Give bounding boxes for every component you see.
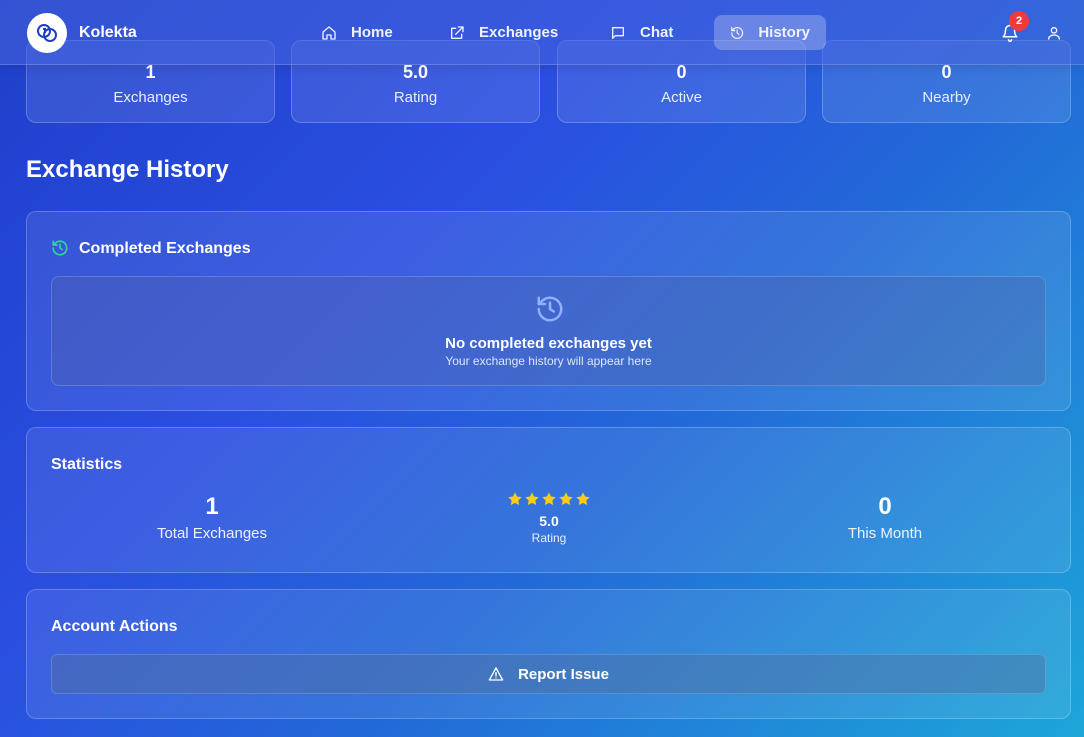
summary-value: 0 <box>676 62 687 82</box>
rating-label: Rating <box>531 531 567 545</box>
total-exchanges-label: Total Exchanges <box>156 525 268 542</box>
logo[interactable] <box>27 13 67 53</box>
statistics-title: Statistics <box>51 456 123 473</box>
user-icon[interactable] <box>1046 25 1062 41</box>
star-icon <box>576 492 590 505</box>
nav-history-label: History <box>758 24 810 41</box>
report-issue-label: Report Issue <box>518 665 609 683</box>
warning-triangle-icon <box>488 667 504 681</box>
nav-chat-label: Chat <box>640 24 674 41</box>
summary-value: 1 <box>145 62 156 82</box>
summary-label: Active <box>661 89 702 106</box>
nav-home-label: Home <box>351 24 393 41</box>
top-navbar: Kolekta Home Exchanges Chat History 2 <box>0 0 1084 65</box>
empty-state: No completed exchanges yet Your exchange… <box>51 276 1046 386</box>
star-icon <box>542 492 556 505</box>
completed-exchanges-panel: Completed Exchanges No completed exchang… <box>26 211 1071 411</box>
summary-value: 0 <box>941 62 952 82</box>
this-month-value: 0 <box>878 493 892 520</box>
star-icon <box>525 492 539 505</box>
summary-value: 5.0 <box>402 62 429 82</box>
this-month-label: This Month <box>847 525 923 542</box>
notification-badge: 2 <box>1009 11 1029 31</box>
nav-exchanges-label: Exchanges <box>479 24 559 41</box>
history-icon <box>537 296 563 322</box>
summary-label: Exchanges <box>113 89 188 106</box>
nav-history[interactable]: History <box>714 15 826 50</box>
nav-home[interactable]: Home <box>305 15 409 50</box>
statistics-panel: Statistics 1 Total Exchanges 5.0 Rating … <box>26 427 1071 573</box>
account-actions-title: Account Actions <box>51 618 178 635</box>
empty-state-subtitle: Your exchange history will appear here <box>445 354 652 368</box>
this-month-metric: 0 This Month <box>775 493 995 542</box>
chat-icon <box>612 26 624 39</box>
history-icon <box>52 240 68 256</box>
brand-name[interactable]: Kolekta <box>79 24 137 42</box>
total-exchanges-metric: 1 Total Exchanges <box>102 493 322 542</box>
rating-stars <box>439 491 659 509</box>
total-exchanges-value: 1 <box>205 493 219 520</box>
history-icon <box>731 26 744 39</box>
nav-chat[interactable]: Chat <box>594 15 689 50</box>
account-actions-panel: Account Actions Report Issue <box>26 589 1071 719</box>
summary-label: Rating <box>393 89 438 106</box>
empty-state-title: No completed exchanges yet <box>445 335 652 352</box>
star-icon <box>559 492 573 505</box>
rating-metric: 5.0 Rating <box>439 491 659 545</box>
page-title: Exchange History <box>26 156 229 183</box>
external-link-icon <box>451 25 464 39</box>
summary-label: Nearby <box>922 89 971 106</box>
star-icon <box>508 492 522 505</box>
coins-logo-icon <box>37 24 57 42</box>
rating-value: 5.0 <box>539 513 559 529</box>
nav-exchanges[interactable]: Exchanges <box>433 15 574 50</box>
report-issue-button[interactable]: Report Issue <box>51 654 1046 694</box>
completed-exchanges-title: Completed Exchanges <box>79 240 251 257</box>
home-icon <box>322 25 336 40</box>
